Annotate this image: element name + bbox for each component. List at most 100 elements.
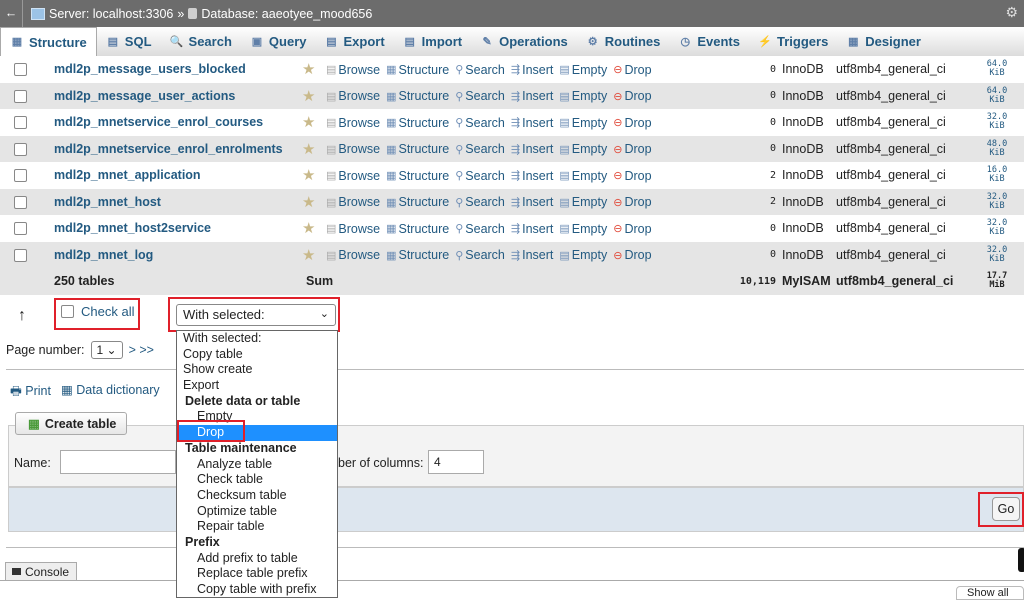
option-export[interactable]: Export <box>177 378 337 394</box>
option-with-selected[interactable]: With selected: <box>177 331 337 347</box>
browse-action[interactable]: ▤ Browse <box>326 63 380 77</box>
next-page-link[interactable]: > >> <box>129 343 154 357</box>
empty-action[interactable]: ▤ Empty <box>559 89 607 103</box>
row-checkbox[interactable] <box>14 222 27 236</box>
favorite-star-icon[interactable]: ★ <box>302 61 315 78</box>
number-of-columns-input[interactable]: 4 <box>428 450 484 474</box>
option-analyze-table[interactable]: Analyze table <box>177 457 337 473</box>
favorite-star-icon[interactable]: ★ <box>302 220 315 237</box>
insert-action[interactable]: ⇶ Insert <box>511 116 553 130</box>
empty-action[interactable]: ▤ Empty <box>559 169 607 183</box>
search-action[interactable]: ⚲ Search <box>455 63 505 77</box>
insert-action[interactable]: ⇶ Insert <box>511 195 553 209</box>
insert-action[interactable]: ⇶ Insert <box>511 142 553 156</box>
favorite-star-icon[interactable]: ★ <box>302 167 315 184</box>
table-name-link[interactable]: mdl2p_mnetservice_enrol_courses <box>54 115 263 129</box>
breadcrumb-database[interactable]: Database: aaeotyee_mood656 <box>201 7 372 21</box>
drop-action[interactable]: ⊖ Drop <box>613 63 651 77</box>
favorite-star-icon[interactable]: ★ <box>302 194 315 211</box>
insert-action[interactable]: ⇶ Insert <box>511 89 553 103</box>
search-action[interactable]: ⚲ Search <box>455 195 505 209</box>
drop-action[interactable]: ⊖ Drop <box>613 248 651 262</box>
table-name-link[interactable]: mdl2p_mnet_host <box>54 195 161 209</box>
search-action[interactable]: ⚲ Search <box>455 142 505 156</box>
structure-action[interactable]: ▦ Structure <box>386 248 449 262</box>
structure-action[interactable]: ▦ Structure <box>386 89 449 103</box>
create-table-button[interactable]: ▦ Create table <box>15 412 127 435</box>
tab-search[interactable]: 🔍 Search <box>161 27 241 56</box>
data-dictionary-link[interactable]: ▦ Data dictionary <box>61 382 160 403</box>
console-tab[interactable]: Console <box>5 562 77 580</box>
empty-action[interactable]: ▤ Empty <box>559 116 607 130</box>
option-add-prefix-to-table[interactable]: Add prefix to table <box>177 551 337 567</box>
option-copy-table[interactable]: Copy table <box>177 347 337 363</box>
row-checkbox[interactable] <box>14 169 27 183</box>
browse-action[interactable]: ▤ Browse <box>326 89 380 103</box>
gear-icon[interactable]: ⚙ <box>1005 4 1018 21</box>
favorite-star-icon[interactable]: ★ <box>302 141 315 158</box>
row-checkbox[interactable] <box>14 89 27 103</box>
insert-action[interactable]: ⇶ Insert <box>511 222 553 236</box>
browse-action[interactable]: ▤ Browse <box>326 248 380 262</box>
table-name-link[interactable]: mdl2p_mnet_host2service <box>54 221 211 235</box>
empty-action[interactable]: ▤ Empty <box>559 195 607 209</box>
tab-sql[interactable]: ▤ SQL <box>97 27 161 56</box>
empty-action[interactable]: ▤ Empty <box>559 222 607 236</box>
search-action[interactable]: ⚲ Search <box>455 89 505 103</box>
structure-action[interactable]: ▦ Structure <box>386 195 449 209</box>
row-checkbox[interactable] <box>14 195 27 209</box>
drop-action[interactable]: ⊖ Drop <box>613 142 651 156</box>
table-name-link[interactable]: mdl2p_message_users_blocked <box>54 62 246 76</box>
insert-action[interactable]: ⇶ Insert <box>511 63 553 77</box>
search-action[interactable]: ⚲ Search <box>455 248 505 262</box>
option-checksum-table[interactable]: Checksum table <box>177 488 337 504</box>
option-check-table[interactable]: Check table <box>177 472 337 488</box>
tab-query[interactable]: ▣ Query <box>241 27 316 56</box>
option-show-create[interactable]: Show create <box>177 362 337 378</box>
drop-action[interactable]: ⊖ Drop <box>613 116 651 130</box>
table-name-link[interactable]: mdl2p_mnetservice_enrol_enrolments <box>54 142 283 156</box>
row-checkbox[interactable] <box>14 116 27 130</box>
row-checkbox[interactable] <box>14 248 27 262</box>
browse-action[interactable]: ▤ Browse <box>326 169 380 183</box>
side-panel-toggle[interactable] <box>1018 548 1024 572</box>
table-name-link[interactable]: mdl2p_message_user_actions <box>54 89 235 103</box>
tab-import[interactable]: ▤ Import <box>394 27 471 56</box>
browse-action[interactable]: ▤ Browse <box>326 142 380 156</box>
tab-triggers[interactable]: ⚡ Triggers <box>749 27 837 56</box>
option-copy-table-with-prefix[interactable]: Copy table with prefix <box>177 582 337 598</box>
favorite-star-icon[interactable]: ★ <box>302 88 315 105</box>
search-action[interactable]: ⚲ Search <box>455 116 505 130</box>
drop-action[interactable]: ⊖ Drop <box>613 195 651 209</box>
empty-action[interactable]: ▤ Empty <box>559 142 607 156</box>
structure-action[interactable]: ▦ Structure <box>386 169 449 183</box>
table-name-link[interactable]: mdl2p_mnet_application <box>54 168 201 182</box>
table-name-input[interactable] <box>60 450 176 474</box>
row-checkbox[interactable] <box>14 63 27 77</box>
search-action[interactable]: ⚲ Search <box>455 222 505 236</box>
option-optimize-table[interactable]: Optimize table <box>177 504 337 520</box>
browse-action[interactable]: ▤ Browse <box>326 195 380 209</box>
print-link[interactable]: 🖶 Print <box>10 382 51 403</box>
favorite-star-icon[interactable]: ★ <box>302 247 315 264</box>
tab-events[interactable]: ◷ Events <box>669 27 749 56</box>
table-name-link[interactable]: mdl2p_mnet_log <box>54 248 153 262</box>
option-repair-table[interactable]: Repair table <box>177 519 337 535</box>
search-action[interactable]: ⚲ Search <box>455 169 505 183</box>
favorite-star-icon[interactable]: ★ <box>302 114 315 131</box>
tab-routines[interactable]: ⚙ Routines <box>577 27 670 56</box>
structure-action[interactable]: ▦ Structure <box>386 142 449 156</box>
tab-operations[interactable]: ✎ Operations <box>471 27 577 56</box>
tab-export[interactable]: ▤ Export <box>315 27 393 56</box>
drop-action[interactable]: ⊖ Drop <box>613 222 651 236</box>
insert-action[interactable]: ⇶ Insert <box>511 248 553 262</box>
breadcrumb-server[interactable]: Server: localhost:3306 <box>49 7 173 21</box>
tab-designer[interactable]: ▦ Designer <box>837 27 930 56</box>
structure-action[interactable]: ▦ Structure <box>386 116 449 130</box>
browse-action[interactable]: ▤ Browse <box>326 222 380 236</box>
show-all-button[interactable]: Show all <box>956 586 1024 600</box>
row-checkbox[interactable] <box>14 142 27 156</box>
tab-structure[interactable]: ▦ Structure <box>0 27 97 56</box>
option-replace-table-prefix[interactable]: Replace table prefix <box>177 566 337 582</box>
empty-action[interactable]: ▤ Empty <box>559 63 607 77</box>
